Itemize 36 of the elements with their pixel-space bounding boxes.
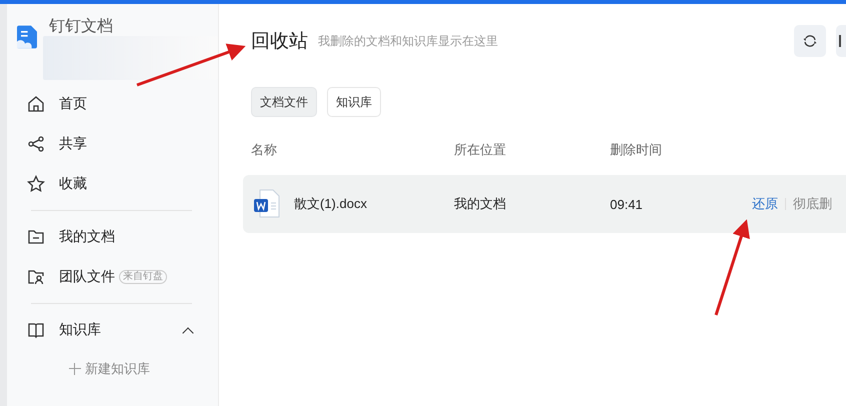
page-title: 回收站 <box>251 30 308 54</box>
share-icon <box>27 135 45 153</box>
nav-label: 首页 <box>59 95 87 113</box>
column-header: 所在位置 <box>454 141 507 159</box>
book-icon <box>27 321 45 339</box>
column-header: 名称 <box>251 141 278 159</box>
nav-label: 我的文档 <box>59 228 115 246</box>
page-subtitle: 我删除的文档和知识库显示在这里 <box>318 32 498 50</box>
nav-item[interactable]: 共享 <box>7 124 218 164</box>
nav-item[interactable]: 首页 <box>7 84 218 124</box>
star-icon <box>27 175 45 193</box>
restore-link[interactable]: 还原 <box>752 195 778 213</box>
nav-item[interactable]: 我的文档 <box>7 217 218 257</box>
folder-icon <box>27 228 45 246</box>
home-icon <box>27 95 45 113</box>
file-name: 散文(1).docx <box>294 195 367 213</box>
word-document-icon <box>254 189 280 219</box>
table-cell-text: 09:41 <box>610 196 644 212</box>
column-header: 删除时间 <box>610 141 663 159</box>
app-title: 钉钉文档 <box>49 18 114 36</box>
nav-label: 知识库 <box>59 321 101 339</box>
tab[interactable]: 文档文件 <box>251 87 317 117</box>
toolbar-button[interactable] <box>836 25 846 57</box>
nav-item[interactable]: 知识库 <box>7 310 218 350</box>
nav-label: 团队文件 <box>59 268 115 286</box>
source-badge: 来自钉盘 <box>119 270 167 284</box>
nav-label: 共享 <box>59 135 87 153</box>
tab[interactable]: 知识库 <box>327 87 381 117</box>
refresh-button[interactable] <box>794 25 826 57</box>
table-row[interactable]: 散文(1).docx 我的文档 09:41 还原 彻底删 <box>243 175 846 233</box>
table-cell-text: 我的文档 <box>454 195 507 213</box>
nav-item[interactable]: 团队文件 来自钉盘 <box>7 257 218 297</box>
refresh-icon <box>802 33 818 49</box>
team-folder-icon <box>27 268 45 286</box>
nav-item[interactable]: 收藏 <box>7 164 218 204</box>
nav-label: 收藏 <box>59 175 87 193</box>
